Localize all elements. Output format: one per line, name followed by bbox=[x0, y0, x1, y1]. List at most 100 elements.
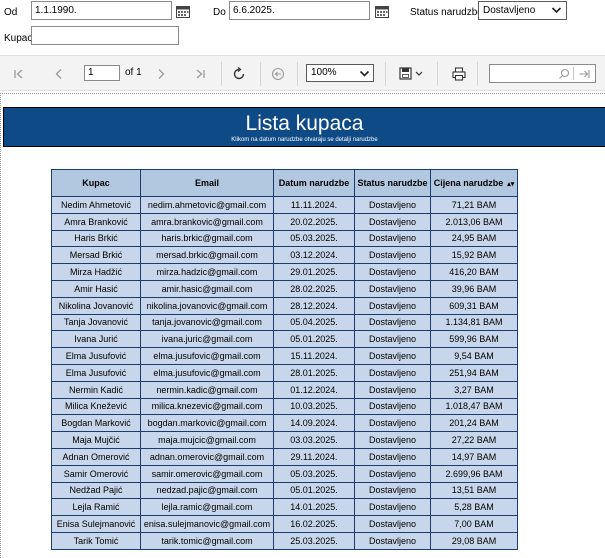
cell-kupac: Elma Jusufović bbox=[51, 363, 141, 382]
cell-email: haris.brkic@gmail.com bbox=[140, 229, 274, 248]
status-select-value: Dostavljeno bbox=[483, 5, 536, 16]
refresh-button[interactable] bbox=[230, 65, 248, 83]
cell-datum[interactable]: 03.12.2024. bbox=[273, 246, 355, 265]
cell-datum[interactable]: 01.12.2024. bbox=[273, 380, 355, 399]
cell-datum[interactable]: 10.03.2025. bbox=[273, 397, 355, 416]
chevron-left-icon bbox=[55, 69, 62, 79]
search-icon[interactable] bbox=[558, 68, 570, 80]
cell-datum[interactable]: 14.09.2024. bbox=[273, 414, 355, 433]
cell-kupac: Elma Jusufović bbox=[51, 347, 141, 365]
toolbar-divider bbox=[477, 62, 478, 86]
od-label: Od bbox=[4, 7, 18, 18]
page-number-input[interactable]: 1 bbox=[84, 65, 120, 81]
export-button[interactable] bbox=[397, 65, 427, 83]
cell-datum[interactable]: 11.11.2024. bbox=[273, 196, 355, 214]
do-date-input[interactable]: 6.6.2025. bbox=[229, 1, 370, 20]
cell-datum[interactable]: 28.12.2024. bbox=[273, 296, 355, 315]
kupac-input[interactable] bbox=[31, 26, 179, 45]
cell-status: Dostavljeno bbox=[354, 363, 431, 382]
cell-datum[interactable]: 05.01.2025. bbox=[273, 330, 355, 349]
find-input[interactable] bbox=[489, 64, 596, 83]
cell-status: Dostavljeno bbox=[354, 431, 431, 449]
table-row: Amir Hasić amir.hasic@gmail.com 28.02.2025… bbox=[51, 279, 518, 298]
toolbar-divider bbox=[260, 62, 261, 86]
cell-datum[interactable]: 20.02.2025. bbox=[273, 212, 355, 231]
column-header-status[interactable]: Status narudzbe bbox=[354, 169, 431, 197]
cell-email: lejla.ramic@gmail.com bbox=[140, 498, 274, 517]
column-header-email[interactable]: Email bbox=[140, 169, 274, 197]
find-divider bbox=[573, 67, 574, 80]
cell-kupac: Amra Branković bbox=[51, 212, 141, 231]
cell-datum[interactable]: 29.01.2025. bbox=[273, 263, 355, 281]
table-row: Tanja Jovanović tanja.jovanovic@gmail.com… bbox=[51, 313, 518, 332]
cell-status: Dostavljeno bbox=[354, 447, 431, 466]
status-select[interactable]: Dostavljeno bbox=[478, 1, 567, 20]
previous-page-button[interactable] bbox=[50, 65, 68, 83]
cell-email: adnan.omerovic@gmail.com bbox=[140, 447, 274, 466]
print-button[interactable] bbox=[450, 65, 468, 83]
cell-datum[interactable]: 29.11.2024. bbox=[273, 447, 355, 466]
kupac-label: Kupac bbox=[4, 33, 33, 44]
report-banner: Lista kupaca Klikom na datum narudzbe ot… bbox=[3, 107, 605, 147]
column-header-datum[interactable]: Datum narudzbe bbox=[273, 169, 355, 197]
cell-email: nermin.kadic@gmail.com bbox=[140, 380, 274, 399]
table-row: Haris Brkić haris.brkic@gmail.com 05.03.20… bbox=[51, 229, 518, 248]
cell-email: samir.omerovic@gmail.com bbox=[140, 464, 274, 483]
first-page-button[interactable] bbox=[10, 65, 28, 83]
last-page-button[interactable] bbox=[191, 65, 209, 83]
cell-kupac: Ivana Jurić bbox=[51, 330, 141, 349]
status-label: Status narudzbe bbox=[410, 7, 483, 18]
cell-datum[interactable]: 16.02.2025. bbox=[273, 515, 355, 533]
cell-status: Dostavljeno bbox=[354, 196, 431, 214]
find-next-icon[interactable] bbox=[578, 68, 590, 80]
cell-datum[interactable]: 03.03.2025. bbox=[273, 431, 355, 449]
column-header-kupac[interactable]: Kupac bbox=[51, 169, 141, 197]
cell-cijena: 3,27 BAM bbox=[430, 380, 518, 399]
zoom-select[interactable]: 100% bbox=[306, 64, 374, 82]
table-row: Lejla Ramić lejla.ramic@gmail.com 14.01.20… bbox=[51, 498, 518, 517]
next-page-button[interactable] bbox=[152, 65, 170, 83]
cell-datum[interactable]: 28.01.2025. bbox=[273, 363, 355, 382]
toolbar-divider bbox=[437, 62, 438, 86]
cell-email: tarik.tomic@gmail.com bbox=[140, 531, 274, 550]
cell-datum[interactable]: 05.04.2025. bbox=[273, 313, 355, 332]
cell-email: nedzad.pajic@gmail.com bbox=[140, 481, 274, 500]
od-date-input[interactable]: 1.1.1990. bbox=[31, 1, 172, 20]
calendar-icon[interactable] bbox=[375, 5, 389, 18]
toolbar-divider bbox=[221, 62, 222, 86]
table-row: Adnan Omerović adnan.omerovic@gmail.com 29… bbox=[51, 447, 518, 466]
cell-cijena: 2.699,96 BAM bbox=[430, 464, 518, 483]
table-row: Milica Knežević milica.knezevic@gmail.com… bbox=[51, 397, 518, 416]
cell-email: amra.brankovic@gmail.com bbox=[140, 212, 274, 231]
cell-cijena: 599,96 BAM bbox=[430, 330, 518, 349]
cell-kupac: Enisa Sulejmanović bbox=[51, 515, 141, 533]
cell-datum[interactable]: 25.03.2025. bbox=[273, 531, 355, 550]
print-icon bbox=[452, 67, 466, 81]
cell-email: amir.hasic@gmail.com bbox=[140, 279, 274, 298]
cell-datum[interactable]: 05.03.2025. bbox=[273, 229, 355, 248]
sort-icon[interactable]: ▴▾ bbox=[507, 181, 514, 188]
first-page-icon bbox=[14, 69, 23, 79]
cell-email: elma.jusufovic@gmail.com bbox=[140, 347, 274, 365]
cell-status: Dostavljeno bbox=[354, 515, 431, 533]
cell-kupac: Milica Knežević bbox=[51, 397, 141, 416]
cell-email: elma.jusufovic@gmail.com bbox=[140, 363, 274, 382]
calendar-icon[interactable] bbox=[176, 5, 190, 18]
cell-datum[interactable]: 28.02.2025. bbox=[273, 279, 355, 298]
cell-datum[interactable]: 14.01.2025. bbox=[273, 498, 355, 517]
chevron-down-icon bbox=[359, 70, 370, 77]
cell-kupac: Haris Brkić bbox=[51, 229, 141, 248]
cell-kupac: Nikolina Jovanović bbox=[51, 296, 141, 315]
do-label: Do bbox=[213, 7, 226, 18]
back-button[interactable] bbox=[269, 65, 287, 83]
cell-cijena: 14,97 BAM bbox=[430, 447, 518, 466]
cell-cijena: 251,94 BAM bbox=[430, 363, 518, 382]
cell-status: Dostavljeno bbox=[354, 296, 431, 315]
cell-datum[interactable]: 15.11.2024. bbox=[273, 347, 355, 365]
cell-cijena: 2.013,06 BAM bbox=[430, 212, 518, 231]
cell-email: enisa.sulejmanovic@gmail.com bbox=[140, 515, 274, 533]
cell-datum[interactable]: 05.01.2025. bbox=[273, 481, 355, 500]
cell-datum[interactable]: 05.03.2025. bbox=[273, 464, 355, 483]
column-header-cijena[interactable]: Cijena narudzbe ▴▾ bbox=[430, 169, 518, 197]
cell-kupac: Mersad Brkić bbox=[51, 246, 141, 265]
